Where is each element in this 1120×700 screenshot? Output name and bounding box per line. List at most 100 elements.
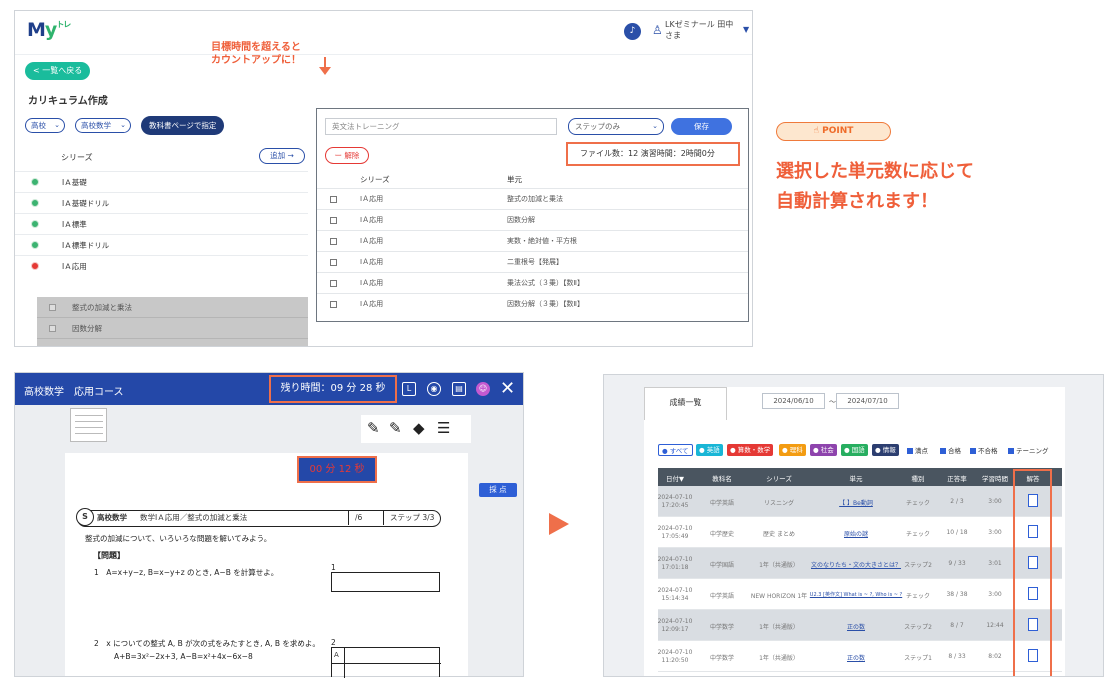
plus-circle-icon[interactable] xyxy=(31,199,39,207)
plus-circle-icon[interactable] xyxy=(31,220,39,228)
row-unit-link[interactable]: 原始の謎 xyxy=(844,529,868,538)
series-item[interactable]: ⅠＡ基礎 xyxy=(15,171,308,192)
row-unit-link[interactable]: 文のなりたち・文の大きさとは？ xyxy=(811,560,901,569)
check-perfect[interactable]: 満点 xyxy=(907,445,928,455)
unit-row[interactable]: 整式の加減と乗法 xyxy=(37,297,308,318)
row-series: リスニング xyxy=(763,500,795,507)
answer-2-box[interactable]: A xyxy=(331,647,441,678)
table-row[interactable]: ⅠＡ応用 因数分解（３乗）【数Ⅱ】 xyxy=(317,293,748,314)
row-unit-link[interactable]: 正の数 xyxy=(847,653,865,662)
tab-results[interactable]: 成績一覧 xyxy=(644,387,727,420)
filter-japanese[interactable]: ● 国語 xyxy=(841,444,868,456)
checkbox[interactable] xyxy=(330,301,337,308)
unit-row[interactable] xyxy=(37,339,308,347)
check-fail-label: 不合格 xyxy=(978,447,998,455)
row-date-day: 2024-07-10 xyxy=(657,587,693,594)
sheet-brand: 高校数学 xyxy=(97,513,127,522)
series-item[interactable]: ⅠＡ応用 xyxy=(15,255,308,276)
highlighter-icon[interactable]: ✎ xyxy=(389,419,402,437)
filter-math[interactable]: ● 算数・数学 xyxy=(727,444,774,456)
row-series: ⅠＡ応用 xyxy=(360,300,384,308)
table-row[interactable]: 2024-07-10 11:20:50 中学数学 1年（共通版） 正の数 ステップ… xyxy=(658,641,1062,672)
checkbox[interactable] xyxy=(330,196,337,203)
table-row[interactable]: ⅠＡ応用 乗法公式（３乗）【数Ⅱ】 xyxy=(317,272,748,293)
close-icon[interactable]: ✕ xyxy=(500,378,515,399)
release-button[interactable]: ー 解除 xyxy=(325,147,369,164)
brand-icon: S xyxy=(76,508,94,526)
date-to-input[interactable]: 2024/07/10 xyxy=(836,393,899,409)
add-button[interactable]: 追加 → xyxy=(259,148,305,164)
table-row[interactable]: 2024-07-10 12:09:17 中学数学 1年（共通版） 正の数 ステップ… xyxy=(658,610,1062,641)
table-row[interactable]: 2024-07-10 17:05:49 中学歴史 歴史 まとめ 原始の謎 チェック… xyxy=(658,517,1062,548)
plus-circle-icon[interactable] xyxy=(31,178,39,186)
checkbox[interactable] xyxy=(330,238,337,245)
checkbox[interactable] xyxy=(330,280,337,287)
chevron-down-icon[interactable]: ▼ xyxy=(743,25,749,34)
save-button[interactable]: 保存 xyxy=(671,118,732,135)
bell-icon[interactable]: ♪ xyxy=(624,23,641,40)
table-row[interactable]: ⅠＡ応用 二重根号【発展】 xyxy=(317,251,748,272)
filter-info[interactable]: ● 情報 xyxy=(872,444,899,456)
pen-icon[interactable]: ✎ xyxy=(367,419,380,437)
row-kind: チェック xyxy=(905,531,931,538)
back-to-list-button[interactable]: < 一覧へ戻る xyxy=(25,62,91,80)
series-item[interactable]: ⅠＡ標準 xyxy=(15,213,308,234)
table-row[interactable]: 2024-07-10 17:20:45 中学英語 リスニング 【 】Be動詞 チェ… xyxy=(658,486,1062,517)
grade-button[interactable]: 採 点 xyxy=(479,483,517,497)
check-pass[interactable]: 合格 xyxy=(940,445,961,455)
table-row[interactable]: 2024-07-10 15:14:34 中学英語 NEW HORIZON 1年 U… xyxy=(658,579,1062,610)
checkbox[interactable] xyxy=(330,259,337,266)
row-unit-link[interactable]: U2.3 [英作文] What is ~ ?, Who is ~ ? xyxy=(810,591,902,598)
checkbox[interactable] xyxy=(49,304,56,311)
point-desc-line2: 自動計算されます！ xyxy=(776,191,938,212)
memo-icon[interactable]: ☰ xyxy=(437,419,450,437)
row-unit-link[interactable]: 【 】Be動詞 xyxy=(839,498,873,507)
page-thumbnail[interactable] xyxy=(70,408,107,442)
table-row[interactable]: ⅠＡ応用 整式の加減と乗法 xyxy=(317,188,748,209)
row-date-day: 2024-07-10 xyxy=(657,494,693,501)
document-icon[interactable]: L xyxy=(402,382,416,396)
check-training[interactable]: テーニング xyxy=(1008,445,1049,455)
filter-english[interactable]: ● 英語 xyxy=(696,444,723,456)
user-name-line2: さま xyxy=(665,31,681,40)
checkbox[interactable] xyxy=(49,346,56,347)
check-fail[interactable]: 不合格 xyxy=(970,445,998,455)
row-date-time: 17:20:45 xyxy=(661,502,689,509)
eraser-icon[interactable]: ◆ xyxy=(413,419,425,437)
character-icon[interactable]: ☺ xyxy=(476,382,490,396)
chevron-down-icon: ⌄ xyxy=(120,121,126,129)
row-unit-link[interactable]: 正の数 xyxy=(847,622,865,631)
textbook-page-button[interactable]: 教科書ページで指定 xyxy=(141,116,225,135)
app-logo[interactable]: Myトレ xyxy=(27,19,71,41)
print-icon[interactable]: ▤ xyxy=(452,382,466,396)
subject-select[interactable]: 高校数学 ⌄ xyxy=(75,118,131,133)
table-row[interactable]: ⅠＡ応用 実数・絶対値・平方根 xyxy=(317,230,748,251)
minus-circle-icon[interactable] xyxy=(31,262,39,270)
save-icon[interactable]: ◉ xyxy=(427,382,441,396)
plus-circle-icon[interactable] xyxy=(31,241,39,249)
series-item[interactable]: ⅠＡ基礎ドリル xyxy=(15,192,308,213)
level-select[interactable]: 高校 ⌄ xyxy=(25,118,65,133)
date-from-input[interactable]: 2024/06/10 xyxy=(762,393,825,409)
filter-science[interactable]: ● 理科 xyxy=(779,444,806,456)
series-item[interactable]: ⅠＡ標準ドリル xyxy=(15,234,308,255)
unit-row[interactable]: 因数分解 xyxy=(37,318,308,339)
col-unit: 単元 xyxy=(849,475,863,483)
checkbox[interactable] xyxy=(330,217,337,224)
search-input[interactable]: 英文法トレーニング xyxy=(325,118,557,135)
point-badge: ☝ POINT xyxy=(776,122,891,141)
col-date[interactable]: 日付▼ xyxy=(666,473,684,483)
file-count-study-time: ファイル数：12 演習時間：2時間0分 xyxy=(566,142,740,166)
table-row[interactable]: ⅠＡ応用 因数分解 xyxy=(317,209,748,230)
row-kind: ステップ1 xyxy=(904,655,932,662)
row-rate: 9 / 33 xyxy=(948,560,966,567)
sheet-page: /6 xyxy=(348,511,362,525)
filter-all[interactable]: ● すべて xyxy=(658,444,693,456)
checkbox[interactable] xyxy=(49,325,56,332)
answer-1-box[interactable] xyxy=(331,572,440,592)
table-row[interactable]: 2024-07-10 17:01:18 中学国語 1年（共通版） 文のなりたち・文… xyxy=(658,548,1062,579)
user-name[interactable]: LKゼミナール 田中 さま xyxy=(665,19,745,41)
filter-social[interactable]: ● 社会 xyxy=(810,444,837,456)
step-select[interactable]: ステップのみ ⌄ xyxy=(568,118,664,135)
row-date-time: 17:01:18 xyxy=(661,564,689,571)
